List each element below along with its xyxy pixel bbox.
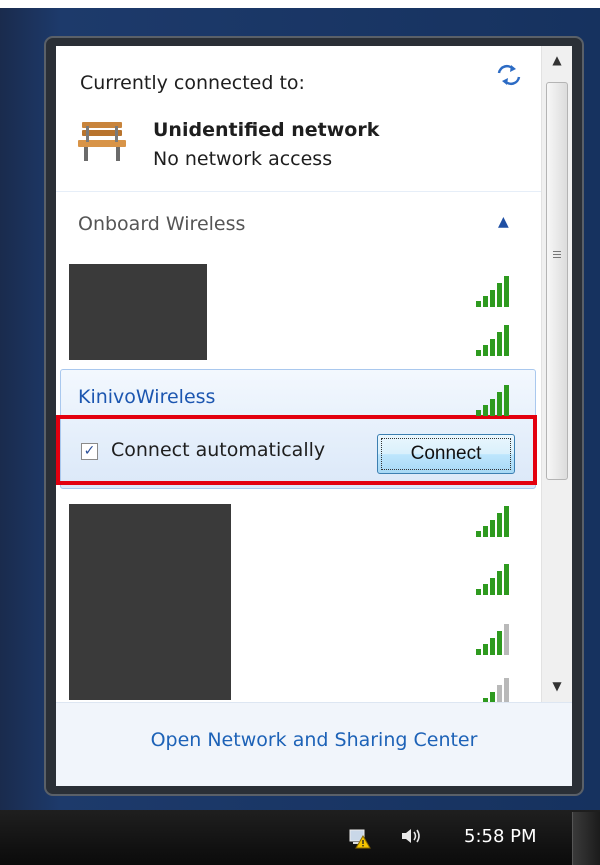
- signal-bar: [504, 564, 509, 595]
- current-network-name: Unidentified network: [153, 119, 380, 141]
- network-item-redacted[interactable]: [69, 264, 207, 360]
- signal-bar: [504, 325, 509, 356]
- connect-button-label: Connect: [410, 443, 482, 464]
- signal-strength-icon: [472, 274, 516, 308]
- desktop-edge: [0, 0, 600, 8]
- signal-bar: [497, 392, 502, 416]
- refresh-icon[interactable]: [496, 64, 522, 91]
- bench-icon: [76, 116, 128, 166]
- signal-bar: [483, 345, 488, 356]
- signal-bar: [504, 276, 509, 307]
- chevron-up-icon[interactable]: ▲: [498, 214, 509, 230]
- show-desktop-button[interactable]: [572, 812, 600, 865]
- signal-bar: [483, 644, 488, 655]
- signal-bar: [504, 624, 509, 655]
- currently-connected-label: Currently connected to:: [80, 72, 305, 94]
- signal-bar: [497, 571, 502, 595]
- speaker-icon[interactable]: [400, 826, 422, 851]
- network-flyout: Currently connected to: Unidentified net…: [56, 46, 572, 786]
- section-divider: [56, 191, 542, 192]
- network-item-redacted[interactable]: [69, 504, 231, 700]
- signal-bar: [483, 296, 488, 307]
- signal-strength-icon: [472, 622, 516, 656]
- signal-strength-icon: [472, 323, 516, 357]
- signal-bar: [490, 290, 495, 307]
- connect-automatically-label[interactable]: Connect automatically: [111, 439, 325, 461]
- grip-icon: [553, 251, 561, 260]
- signal-bar: [504, 385, 509, 416]
- scrollbar[interactable]: ▲ ▼: [541, 46, 572, 702]
- connect-button[interactable]: Connect: [377, 434, 515, 474]
- section-onboard-wireless: Onboard Wireless: [78, 213, 246, 235]
- signal-bar: [483, 405, 488, 416]
- signal-bar: [476, 301, 481, 307]
- scroll-down-button[interactable]: ▼: [544, 674, 570, 698]
- signal-bar: [490, 339, 495, 356]
- signal-bar: [476, 410, 481, 416]
- signal-strength-icon: [472, 562, 516, 596]
- signal-bar: [483, 526, 488, 537]
- signal-bar: [490, 399, 495, 416]
- signal-bar: [497, 332, 502, 356]
- signal-bar: [476, 350, 481, 356]
- open-network-sharing-center-link[interactable]: Open Network and Sharing Center: [56, 729, 572, 751]
- signal-bar: [476, 531, 481, 537]
- signal-strength-icon: [472, 383, 516, 417]
- network-item-name[interactable]: KinivoWireless: [78, 386, 215, 408]
- scroll-up-button[interactable]: ▲: [544, 48, 570, 72]
- connect-automatically-checkbox[interactable]: ✓: [81, 443, 98, 460]
- signal-bar: [497, 631, 502, 655]
- flyout-footer: Open Network and Sharing Center: [56, 702, 572, 786]
- current-network-status: No network access: [153, 148, 333, 170]
- signal-bar: [490, 638, 495, 655]
- signal-strength-icon: [472, 504, 516, 538]
- network-list-panel: Currently connected to: Unidentified net…: [56, 46, 542, 709]
- signal-bar: [490, 578, 495, 595]
- signal-bar: [504, 506, 509, 537]
- scrollbar-thumb[interactable]: [546, 82, 568, 480]
- signal-bar: [476, 649, 481, 655]
- taskbar-clock[interactable]: 5:58 PM: [464, 826, 537, 847]
- signal-bar: [497, 513, 502, 537]
- network-warning-icon[interactable]: [348, 829, 372, 849]
- signal-bar: [483, 584, 488, 595]
- signal-bar: [476, 589, 481, 595]
- signal-bar: [490, 520, 495, 537]
- signal-bar: [497, 283, 502, 307]
